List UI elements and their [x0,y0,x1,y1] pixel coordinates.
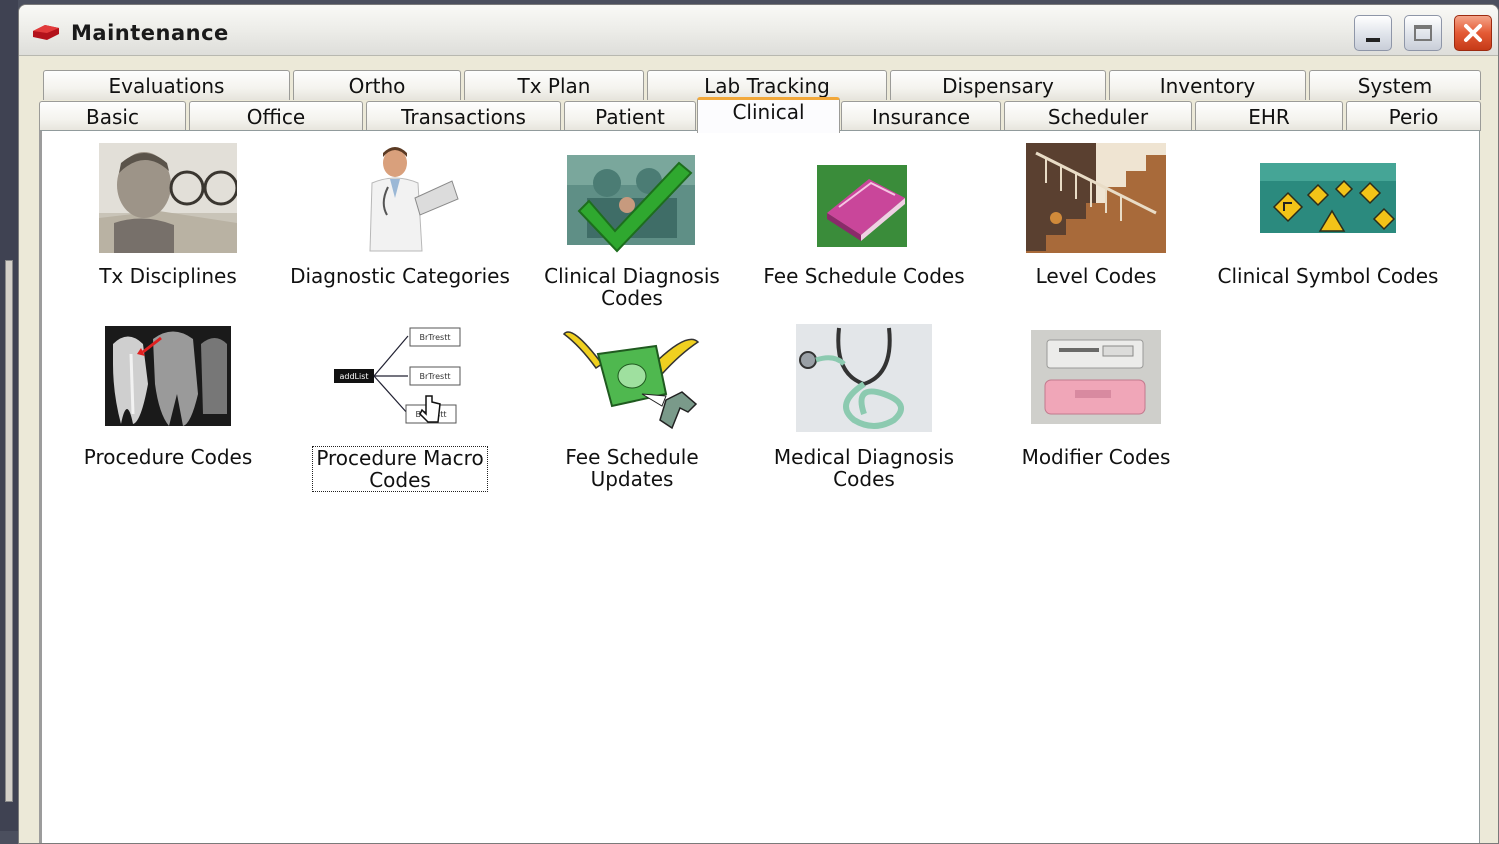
item-label: Level Codes [1035,264,1157,288]
macro-root-text: addList [339,372,368,381]
item-label: Fee Schedule Codes [763,264,965,288]
item-label: Medical Diagnosis Codes [773,445,955,491]
minimize-button[interactable] [1354,15,1392,51]
clinical-diagnosis-codes-item[interactable]: Clinical Diagnosis Codes [516,143,748,309]
tab-ortho[interactable]: Ortho [293,70,461,100]
tab-tx-plan[interactable]: Tx Plan [464,70,644,100]
maximize-button[interactable] [1404,15,1442,51]
macro-node-text: BrTrestt [420,333,451,342]
item-label: Fee Schedule Updates [565,445,699,491]
item-label: Clinical Symbol Codes [1217,264,1439,288]
item-label: Procedure Macro Codes [312,446,488,492]
minimize-icon [1366,38,1380,42]
desktop-edge [0,0,18,831]
surgery-checkmark-icon [567,155,695,253]
app-icon [33,25,59,40]
tab-scheduler[interactable]: Scheduler [1004,101,1192,131]
item-label: Modifier Codes [1021,445,1171,469]
book-icon [817,165,907,247]
clinical-tab-panel: Tx Disciplines Diagnostic Categories Cli… [39,130,1480,843]
item-label: Tx Disciplines [99,264,237,288]
tab-ehr[interactable]: EHR [1195,101,1343,131]
eraser-icon [1031,330,1161,424]
close-icon [1464,24,1482,42]
macro-node-text: BrTrestt [420,372,451,381]
tab-lab-tracking[interactable]: Lab Tracking [647,70,887,100]
tab-basic[interactable]: Basic [39,101,186,131]
item-label: Clinical Diagnosis Codes [544,264,720,310]
level-codes-item[interactable]: Level Codes [980,143,1212,287]
tab-perio[interactable]: Perio [1346,101,1481,131]
procedure-macro-codes-item[interactable]: addList BrTrestt BrTrestt BrTrestt Proce… [284,324,516,492]
modifier-codes-item[interactable]: Modifier Codes [980,324,1212,468]
tab-inventory[interactable]: Inventory [1109,70,1306,100]
doctor-clipboard-icon [340,143,460,253]
fee-schedule-codes-item[interactable]: Fee Schedule Codes [748,143,980,287]
tab-system[interactable]: System [1309,70,1481,100]
tab-office[interactable]: Office [189,101,363,131]
maintenance-window: Maintenance Evaluations Ortho Tx Plan La… [18,4,1499,844]
window-title: Maintenance [71,21,229,45]
close-button[interactable] [1454,15,1492,51]
dental-xray-icon [105,326,231,426]
medical-diagnosis-codes-item[interactable]: Medical Diagnosis Codes [748,324,980,490]
tab-evaluations[interactable]: Evaluations [43,70,290,100]
diagnostic-categories-item[interactable]: Diagnostic Categories [284,143,516,287]
tab-transactions[interactable]: Transactions [366,101,561,131]
flying-money-icon [562,324,702,434]
tab-patient[interactable]: Patient [564,101,696,131]
maximize-icon [1414,25,1432,41]
tab-dispensary[interactable]: Dispensary [890,70,1106,100]
fee-schedule-updates-item[interactable]: Fee Schedule Updates [516,324,748,490]
man-with-glasses-icon [99,143,239,253]
background-window-edge [5,260,13,802]
item-label: Procedure Codes [83,445,253,469]
staircase-icon [1026,143,1166,253]
item-label: Diagnostic Categories [290,264,510,288]
tab-insurance[interactable]: Insurance [841,101,1001,131]
macro-flow-icon: addList BrTrestt BrTrestt BrTrestt [330,324,470,434]
title-bar[interactable]: Maintenance [19,5,1498,56]
clinical-symbol-codes-item[interactable]: Clinical Symbol Codes [1212,143,1444,287]
tab-clinical[interactable]: Clinical [697,97,840,133]
stethoscope-icon [796,324,932,432]
road-signs-icon [1260,163,1396,233]
tx-disciplines-item[interactable]: Tx Disciplines [52,143,284,287]
procedure-codes-item[interactable]: Procedure Codes [52,324,284,468]
